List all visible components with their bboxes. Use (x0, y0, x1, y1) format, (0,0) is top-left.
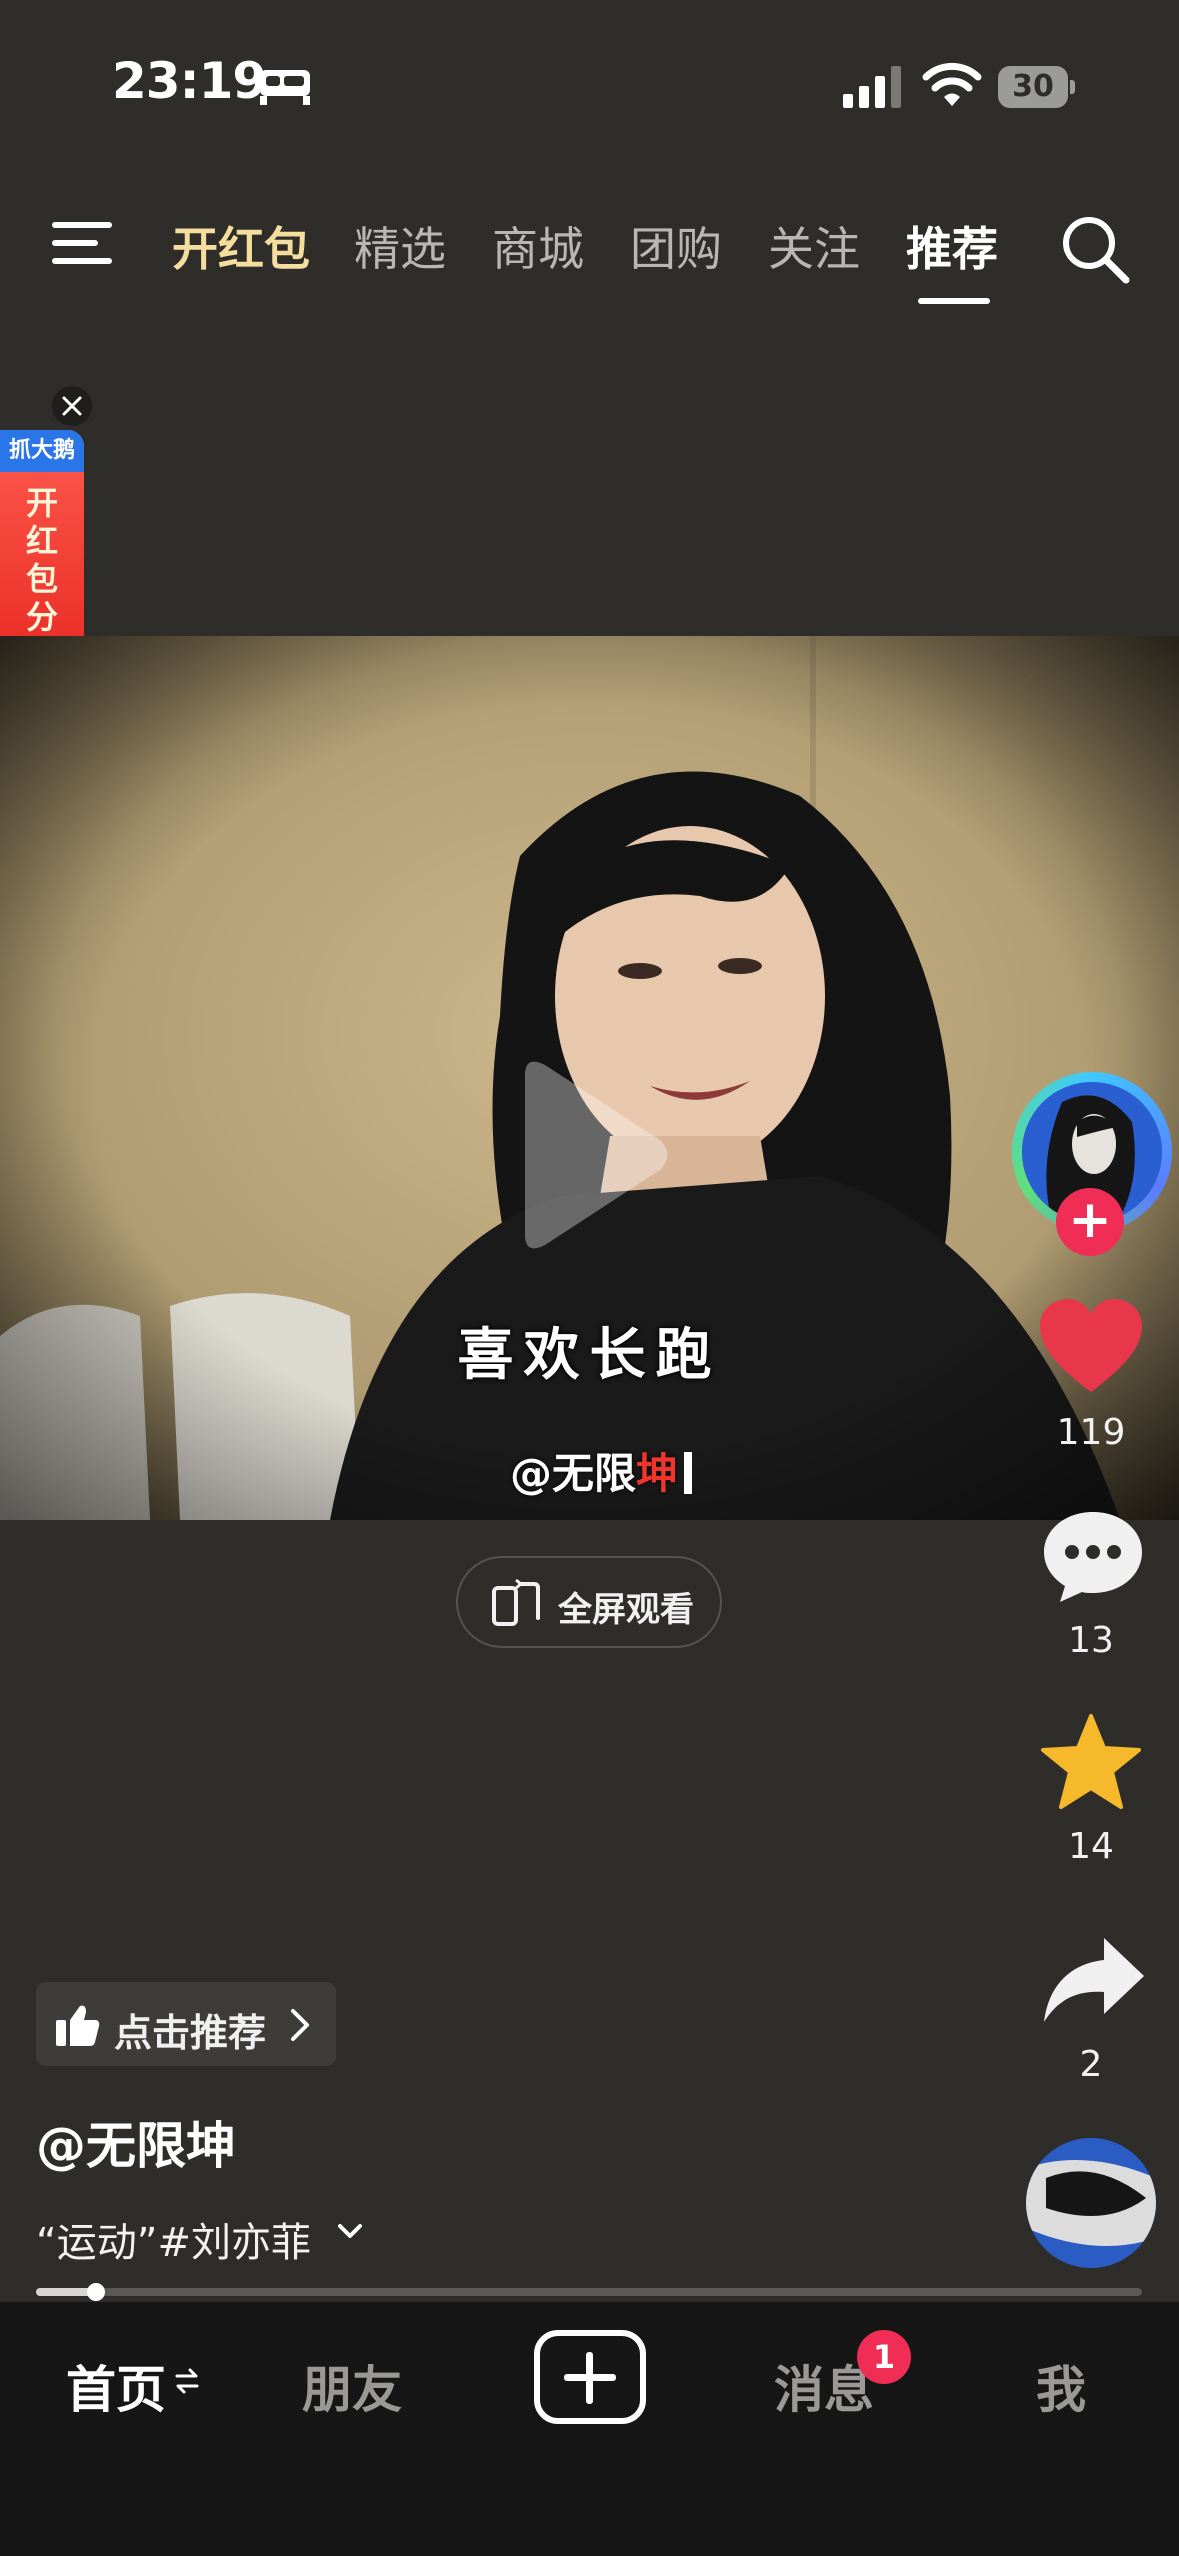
thumbs-up-icon (56, 2005, 100, 2046)
chevron-down-icon[interactable] (336, 2222, 364, 2242)
watermark-highlight: 坤 (636, 1449, 679, 1498)
menu-icon[interactable] (52, 220, 114, 266)
video-watermark: @无限坤 (510, 1440, 693, 1501)
music-cover (1026, 2138, 1156, 2268)
like-count: 119 (1056, 1412, 1126, 1453)
comment-icon[interactable] (1038, 1506, 1148, 1606)
battery-indicator: 30 (998, 66, 1075, 108)
comment-count: 13 (1068, 1620, 1114, 1661)
music-disc[interactable] (1026, 2138, 1156, 2268)
progress-knob[interactable] (86, 2283, 105, 2301)
status-time: 23:19 (112, 52, 267, 110)
share-count: 2 (1079, 2044, 1103, 2085)
cellular-signal-icon (843, 66, 901, 108)
tab-mall[interactable]: 商城 (492, 213, 584, 279)
post-author[interactable]: @无限坤 (36, 2106, 236, 2178)
watermark-prefix: @无限 (510, 1449, 637, 1498)
follow-button[interactable]: + (1056, 1188, 1124, 1256)
nav-home[interactable]: 首页 (66, 2350, 166, 2422)
messages-badge: 1 (857, 2330, 911, 2384)
promo-logo: 抓大鹅 (0, 430, 84, 472)
sleep-focus-icon (260, 70, 310, 105)
recommend-label: 点击推荐 (114, 2011, 267, 2055)
battery-cap (1070, 80, 1075, 94)
play-icon[interactable] (505, 1055, 675, 1255)
video-caption: 喜欢长跑 (457, 1323, 722, 1388)
plus-icon-v (586, 2352, 593, 2404)
active-tab-indicator (918, 298, 990, 304)
nav-me[interactable]: 我 (1036, 2350, 1086, 2422)
swap-arrows-icon[interactable] (174, 2366, 200, 2396)
create-button[interactable] (534, 2330, 646, 2424)
tab-following[interactable]: 关注 (768, 213, 860, 279)
like-heart-icon[interactable] (1036, 1296, 1146, 1396)
recommend-chip[interactable]: 点击推荐 (36, 1982, 336, 2066)
tab-red-envelope[interactable]: 开红包 (172, 213, 310, 279)
close-icon (62, 396, 82, 416)
fullscreen-label: 全屏观看 (558, 1590, 694, 1630)
battery-level: 30 (1012, 69, 1054, 104)
wifi-icon (922, 62, 982, 106)
nav-friends[interactable]: 朋友 (302, 2350, 402, 2422)
video-progress-bar[interactable] (36, 2283, 1142, 2301)
tab-group-buy[interactable]: 团购 (630, 213, 722, 279)
watermark-cursor (684, 1452, 693, 1494)
fullscreen-button[interactable]: 全屏观看 (456, 1556, 722, 1648)
post-description[interactable]: “运动”#刘亦菲 (36, 2210, 311, 2268)
favorite-star-icon[interactable] (1036, 1712, 1146, 1812)
share-arrow-icon[interactable] (1040, 1932, 1150, 2032)
chevron-right-icon (291, 2009, 309, 2041)
favorite-count: 14 (1068, 1826, 1114, 1867)
promo-close-button[interactable] (52, 386, 92, 426)
rotate-screen-icon (492, 1578, 540, 1626)
search-icon[interactable] (1060, 214, 1130, 284)
tab-featured[interactable]: 精选 (354, 213, 446, 279)
tab-recommended[interactable]: 推荐 (906, 213, 998, 279)
